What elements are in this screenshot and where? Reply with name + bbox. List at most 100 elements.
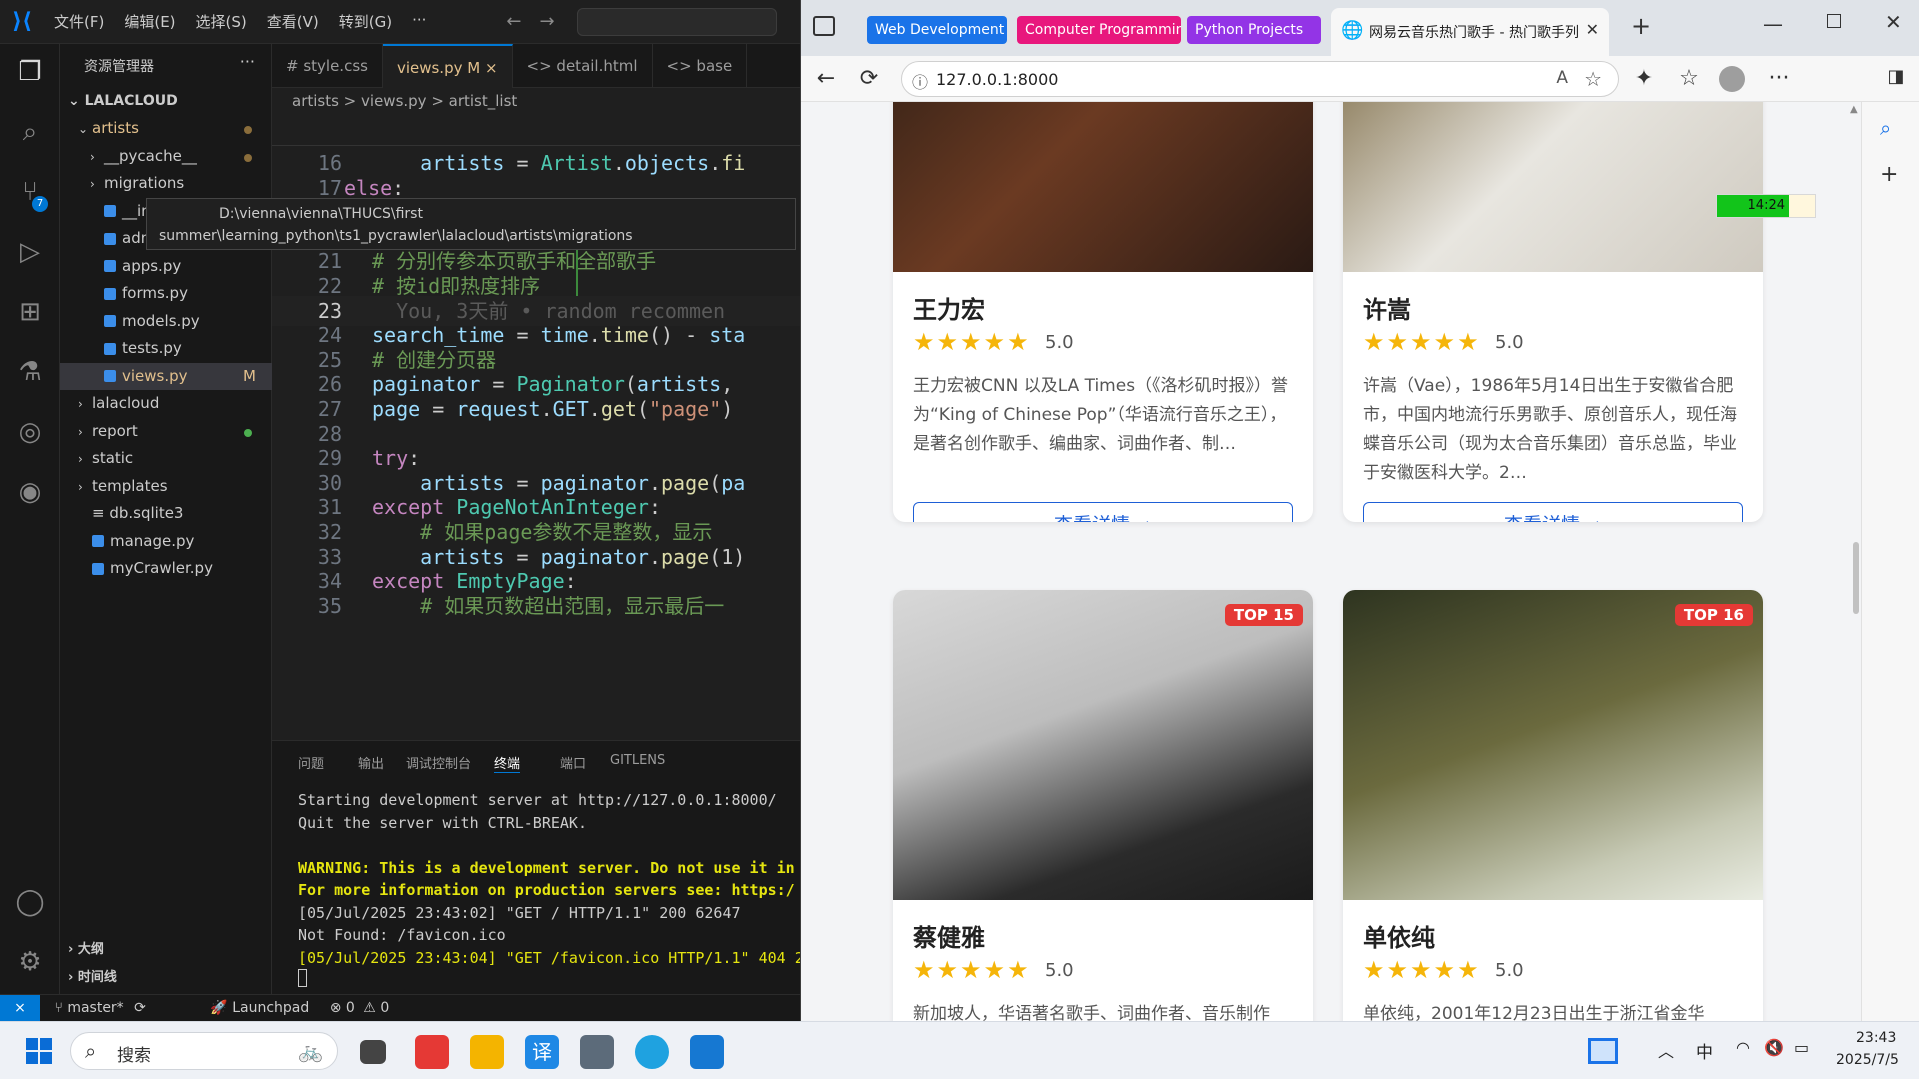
artist-card[interactable]: 许嵩 ★★★★★ 5.0 许嵩（Vae），1986年5月14日出生于安徽省合肥市，中国… (1343, 102, 1763, 522)
widgets-icon[interactable] (1588, 1038, 1618, 1064)
file-explorer-icon[interactable] (470, 1035, 504, 1069)
panel-tab[interactable]: 端口 (560, 753, 586, 772)
tab-actions-icon[interactable] (813, 16, 835, 36)
volume-muted-icon[interactable]: 🔇 (1764, 1038, 1784, 1057)
panel-tab[interactable]: 问题 (298, 753, 324, 772)
view-details-button[interactable]: 查看详情 → (1363, 502, 1743, 522)
artist-photo[interactable] (1343, 102, 1763, 272)
panel-tab[interactable]: GITLENS (610, 753, 665, 768)
settings-gear-icon[interactable]: ⚙ (12, 944, 48, 980)
panel-tab[interactable]: 终端 (494, 753, 521, 773)
tab-group-label[interactable]: Web Development (867, 16, 1007, 44)
clock-time[interactable]: 23:43 (1856, 1030, 1896, 1046)
tree-item[interactable]: › __pycache__ (60, 143, 272, 170)
menu-item[interactable]: ··· (402, 11, 436, 32)
tree-item[interactable]: ≡ db.sqlite3 (60, 500, 272, 527)
project-root[interactable]: ⌄ LALACLOUD (60, 88, 272, 115)
panel-tab[interactable]: 调试控制台 (406, 753, 471, 772)
nav-forward-icon[interactable]: → (539, 11, 554, 32)
launchpad-label[interactable]: Launchpad (232, 1000, 309, 1016)
extensions-icon[interactable]: ⊞ (12, 294, 48, 330)
menu-item[interactable]: 选择(S) (186, 11, 257, 32)
edge-app-icon[interactable] (635, 1035, 669, 1069)
back-icon[interactable]: ← (813, 66, 839, 91)
tree-item[interactable]: forms.py (60, 280, 272, 307)
command-center[interactable] (576, 7, 777, 36)
tab-group-label[interactable]: Python Projects (1187, 16, 1321, 44)
warning-count[interactable]: 0 (380, 1000, 389, 1016)
tree-item[interactable]: › report (60, 418, 272, 445)
refresh-icon[interactable]: ⟳ (856, 66, 882, 91)
sticky-scroll-line[interactable]: 10 def artist_list(request): (272, 116, 800, 146)
error-count[interactable]: 0 (346, 1000, 355, 1016)
battery-icon[interactable]: ▭ (1794, 1038, 1809, 1057)
taskbar-search-box[interactable]: ⌕ 搜索 🚲 (70, 1032, 338, 1070)
close-window-icon[interactable]: ✕ (1885, 10, 1902, 34)
tree-item[interactable]: myCrawler.py (60, 555, 272, 582)
ime-indicator[interactable]: 中 (1696, 1038, 1713, 1063)
breadcrumb[interactable]: artists > views.py > artist_list (292, 92, 517, 110)
timeline-section[interactable]: › 时间线 (60, 964, 272, 991)
tree-item[interactable]: tests.py (60, 335, 272, 362)
artist-card[interactable]: 王力宏 ★★★★★ 5.0 王力宏被CNN 以及LA Times（《洛杉矶时报》）誉为… (893, 102, 1313, 522)
nav-back-icon[interactable]: ← (506, 11, 521, 32)
sidebar-add-icon[interactable]: + (1880, 162, 1898, 187)
menu-item[interactable]: 文件(F) (44, 11, 114, 32)
more-icon[interactable]: ··· (1766, 66, 1792, 91)
branch-name[interactable]: master* (67, 1000, 123, 1016)
sync-icon[interactable]: ⟳ (134, 1000, 146, 1016)
web-page[interactable]: 王力宏 ★★★★★ 5.0 王力宏被CNN 以及LA Times（《洛杉矶时报》）誉为… (801, 102, 1861, 1021)
huawei-app-icon[interactable] (415, 1035, 449, 1069)
settings-app-icon[interactable] (580, 1035, 614, 1069)
menu-item[interactable]: 编辑(E) (114, 11, 185, 32)
view-details-button[interactable]: 查看详情 → (913, 502, 1293, 522)
active-browser-tab[interactable]: 🌐 网易云音乐热门歌手 - 热门歌手列 ✕ (1331, 8, 1609, 56)
site-info-icon[interactable]: ⓘ (912, 69, 928, 93)
tree-item[interactable]: models.py (60, 308, 272, 335)
artist-photo[interactable] (893, 590, 1313, 900)
code-editor[interactable]: # style.css views.py M × <> detail.html <> … (272, 44, 800, 740)
remote-indicator[interactable]: ⨯ (0, 995, 40, 1021)
start-windows-icon[interactable] (26, 1038, 52, 1064)
profile-avatar[interactable] (1719, 66, 1745, 92)
minimize-icon[interactable]: — (1763, 12, 1783, 36)
editor-tab[interactable]: views.py M × (382, 44, 513, 88)
editor-tab[interactable]: # style.css (272, 44, 383, 88)
page-scrollbar-thumb[interactable] (1853, 542, 1859, 614)
wifi-icon[interactable]: ◠ (1736, 1038, 1750, 1057)
vscode-app-icon[interactable] (690, 1035, 724, 1069)
read-aloud-icon[interactable]: A (1556, 68, 1568, 88)
artist-photo[interactable] (893, 102, 1313, 272)
search-icon[interactable]: ⌕ (12, 114, 48, 150)
tree-item[interactable]: › static (60, 445, 272, 472)
extensions-icon[interactable]: ✦ (1631, 66, 1657, 91)
artist-photo[interactable] (1343, 590, 1763, 900)
new-tab-icon[interactable]: + (1631, 12, 1651, 40)
sidebar-search-icon[interactable]: ⌕ (1880, 116, 1891, 140)
artist-card[interactable]: TOP 15 蔡健雅 ★★★★★ 5.0 新加坡人，华语著名歌手、词曲作者、音乐制作 (893, 590, 1313, 1021)
code-line[interactable]: 35 # 如果页数超出范围，显示最后一 (272, 591, 800, 621)
translator-icon[interactable]: 译 (525, 1035, 559, 1069)
editor-tab[interactable]: <> detail.html (513, 44, 653, 88)
tray-chevron-up-icon[interactable]: ︿ (1658, 1038, 1674, 1062)
tree-item[interactable]: ⌄ artists (60, 115, 272, 142)
task-view-icon[interactable] (360, 1040, 386, 1064)
gitlens-icon[interactable]: ◉ (12, 474, 48, 510)
tree-item[interactable]: manage.py (60, 528, 272, 555)
maximize-icon[interactable] (1827, 14, 1841, 28)
explorer-more-icon[interactable]: ··· (240, 52, 255, 71)
remote-explorer-icon[interactable]: ◎ (12, 414, 48, 450)
menu-item[interactable]: 查看(V) (257, 11, 329, 32)
tree-item[interactable]: views.py M (60, 362, 272, 390)
testing-icon[interactable]: ⚗ (12, 354, 48, 390)
favorite-star-icon[interactable]: ☆ (1584, 67, 1602, 91)
outline-section[interactable]: › 大纲 (60, 936, 272, 963)
account-icon[interactable]: ◯ (12, 884, 48, 920)
artist-card[interactable]: TOP 16 单依纯 ★★★★★ 5.0 单依纯，2001年12月23日出生于浙江省金华 (1343, 590, 1763, 1021)
panel-tab[interactable]: 输出 (358, 753, 384, 772)
explorer-icon[interactable]: ❐ (12, 54, 48, 90)
sidebar-toggle-icon[interactable]: ◨ (1883, 66, 1909, 87)
address-bar[interactable]: ⓘ 127.0.0.1:8000 A ☆ (901, 61, 1619, 97)
favorites-icon[interactable]: ☆ (1676, 66, 1702, 91)
tree-item[interactable]: apps.py (60, 253, 272, 280)
